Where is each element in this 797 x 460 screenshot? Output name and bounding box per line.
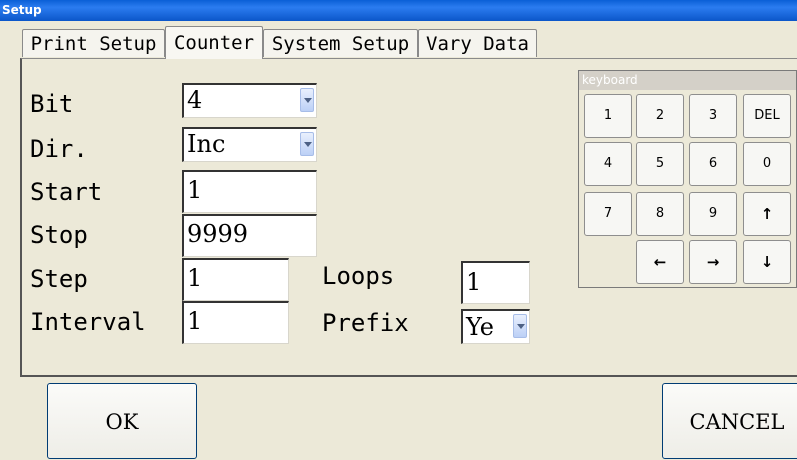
dir-label: Dir.	[30, 135, 88, 163]
key-3[interactable]: 3	[689, 94, 737, 138]
interval-label: Interval	[30, 308, 146, 336]
prefix-select[interactable]: Ye	[461, 309, 530, 344]
key-9[interactable]: 9	[689, 192, 737, 236]
cancel-button[interactable]: CANCEL	[662, 383, 797, 459]
bit-label: Bit	[30, 90, 74, 118]
window-title: Setup	[0, 0, 797, 21]
prefix-label: Prefix	[322, 309, 409, 337]
dir-select[interactable]: Inc	[182, 127, 317, 162]
chevron-down-icon[interactable]	[513, 314, 527, 338]
key-4[interactable]: 4	[584, 142, 632, 186]
step-label: Step	[30, 265, 88, 293]
bit-select-value: 4	[187, 86, 203, 114]
arrow-down-icon[interactable]: ↓	[743, 240, 791, 284]
arrow-left-icon[interactable]: ←	[636, 240, 684, 284]
arrow-right-icon[interactable]: →	[689, 240, 737, 284]
tab-print-setup[interactable]: Print Setup	[22, 29, 165, 57]
stop-input[interactable]: 9999	[182, 214, 317, 257]
prefix-select-value: Ye	[466, 313, 494, 341]
tab-vary-data[interactable]: Vary Data	[418, 29, 537, 57]
onscreen-keyboard: keyboard 1 2 3 DEL 4 5 6 0 7 8 9 ↑ ← → ↓	[578, 70, 797, 288]
loops-input[interactable]: 1	[461, 261, 530, 304]
dir-select-value: Inc	[187, 130, 226, 158]
chevron-down-icon[interactable]	[300, 88, 314, 112]
key-8[interactable]: 8	[636, 192, 684, 236]
step-input[interactable]: 1	[182, 258, 289, 301]
key-del[interactable]: DEL	[743, 94, 791, 138]
start-label: Start	[30, 178, 103, 206]
stop-label: Stop	[30, 221, 88, 249]
key-6[interactable]: 6	[689, 142, 737, 186]
key-5[interactable]: 5	[636, 142, 684, 186]
start-input[interactable]: 1	[182, 170, 317, 213]
interval-input[interactable]: 1	[182, 301, 289, 344]
key-2[interactable]: 2	[636, 94, 684, 138]
ok-button[interactable]: OK	[47, 383, 197, 459]
bit-select[interactable]: 4	[182, 83, 317, 118]
tab-counter[interactable]: Counter	[165, 26, 263, 59]
key-0[interactable]: 0	[743, 142, 791, 186]
key-1[interactable]: 1	[584, 94, 632, 138]
keyboard-title: keyboard	[579, 71, 796, 90]
arrow-up-icon[interactable]: ↑	[743, 192, 791, 236]
tab-system-setup[interactable]: System Setup	[263, 29, 418, 57]
key-7[interactable]: 7	[584, 192, 632, 236]
loops-label: Loops	[322, 262, 395, 290]
chevron-down-icon[interactable]	[300, 132, 314, 156]
